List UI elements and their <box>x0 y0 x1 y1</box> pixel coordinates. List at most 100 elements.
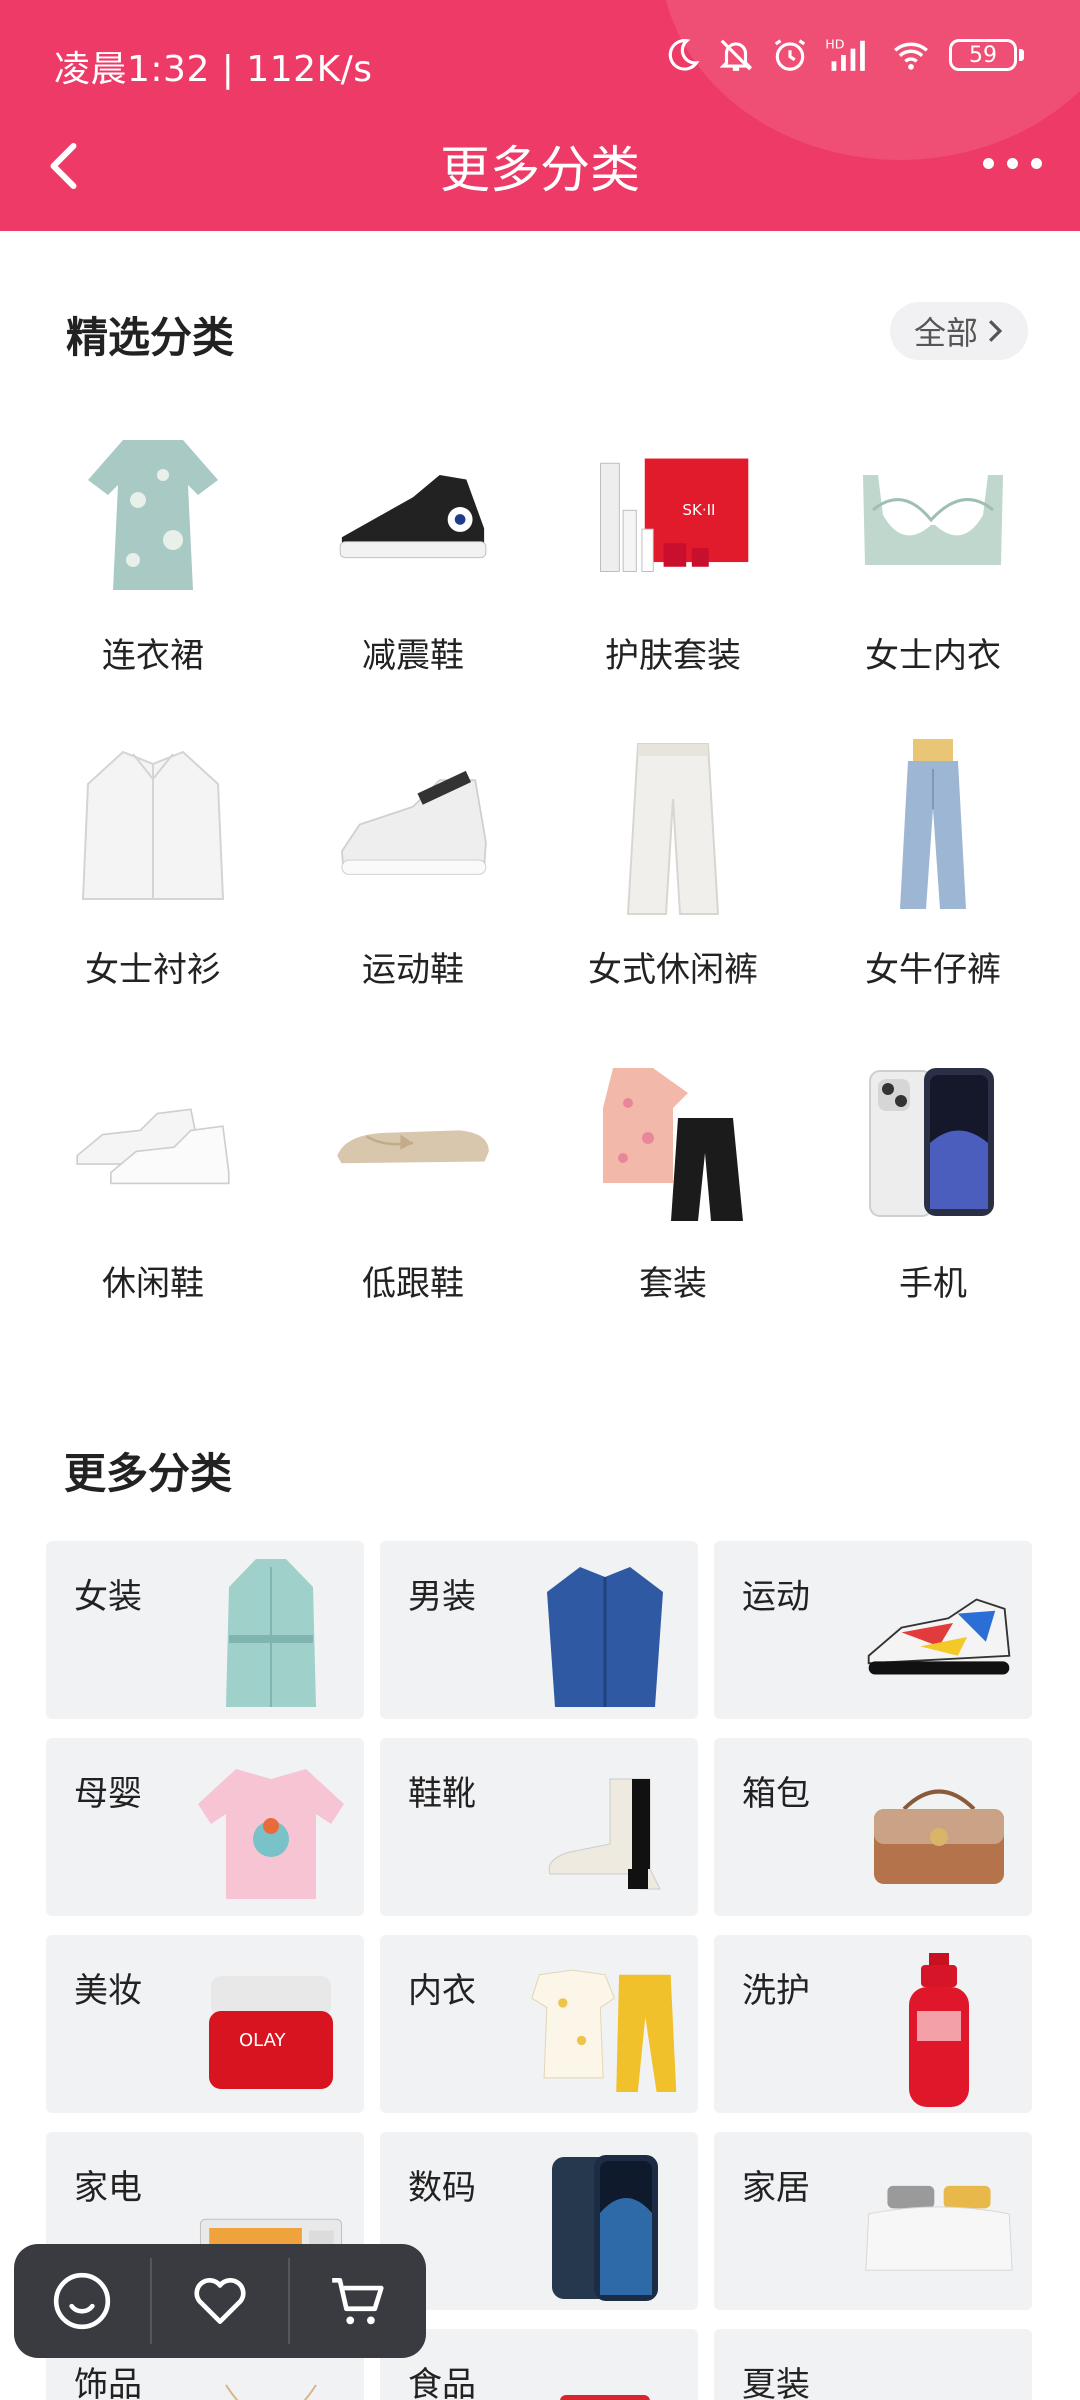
running-shoe-image <box>864 1555 1014 1719</box>
blouse-image <box>73 744 233 914</box>
moon-icon <box>668 39 700 71</box>
category-card-womens[interactable]: 女装 <box>46 1541 364 1719</box>
category-card-personal-care[interactable]: 洗护 <box>714 1935 1032 2113</box>
ankle-boot-image <box>530 1752 680 1916</box>
category-label: 食品 <box>408 2365 476 2400</box>
category-label: 美妆 <box>74 1971 142 2011</box>
category-card-mens[interactable]: 男装 <box>380 1541 698 1719</box>
featured-item-label: 护肤套装 <box>605 636 741 676</box>
kids-sweater-image <box>196 1752 346 1916</box>
featured-item-label: 女士内衣 <box>865 636 1001 676</box>
status-time: 凌晨1:32 | 112K/s <box>54 49 373 90</box>
battery-level: 59 <box>949 39 1017 71</box>
view-all-button[interactable]: 全部 <box>890 302 1028 360</box>
pajamas-image <box>530 1949 680 2113</box>
outfit-set-image <box>593 1058 753 1228</box>
dress-image <box>73 430 233 600</box>
flat-shoe-image <box>333 1058 493 1228</box>
featured-item-phone[interactable]: 手机 <box>803 1058 1063 1358</box>
category-card-sports[interactable]: 运动 <box>714 1541 1032 1719</box>
casual-shoe-image <box>73 1058 233 1228</box>
featured-item-bra[interactable]: 女士内衣 <box>803 430 1063 730</box>
svg-text:OLAY: OLAY <box>239 2030 287 2051</box>
view-all-label: 全部 <box>913 314 978 352</box>
category-label: 母婴 <box>74 1774 142 1814</box>
category-card-bags[interactable]: 箱包 <box>714 1738 1032 1916</box>
page-title: 更多分类 <box>440 141 640 199</box>
featured-item-label: 运动鞋 <box>362 950 464 990</box>
featured-item-sneaker[interactable]: 减震鞋 <box>283 430 543 730</box>
sport-shoe-image <box>333 744 493 914</box>
featured-item-dress[interactable]: 连衣裙 <box>23 430 283 730</box>
featured-item-label: 套装 <box>639 1264 707 1304</box>
floating-action-bar <box>14 2244 426 2358</box>
featured-item-label: 女牛仔裤 <box>865 950 1001 990</box>
featured-item-label: 休闲鞋 <box>102 1264 204 1304</box>
cart-icon <box>332 2278 384 2325</box>
category-card-summer[interactable]: 夏装 <box>714 2329 1032 2400</box>
featured-item-label: 女士衬衫 <box>85 950 221 990</box>
bedding-image <box>864 2146 1014 2310</box>
category-card-home[interactable]: 家居 <box>714 2132 1032 2310</box>
cream-jar-image: OLAY <box>196 1949 346 2113</box>
trench-coat-image <box>196 1555 346 1719</box>
category-label: 家电 <box>74 2168 142 2208</box>
snack-box-image <box>530 2343 680 2400</box>
cart-button[interactable] <box>290 2244 426 2358</box>
category-label: 家居 <box>742 2168 810 2208</box>
featured-item-sport-shoe[interactable]: 运动鞋 <box>283 744 543 1044</box>
featured-item-label: 手机 <box>899 1264 967 1304</box>
alarm-icon <box>774 39 806 71</box>
category-label: 女装 <box>74 1577 142 1617</box>
svg-text:HD: HD <box>825 37 844 52</box>
svg-text:SK·II: SK·II <box>682 501 715 519</box>
phone-image <box>853 1058 1013 1228</box>
category-card-digital[interactable]: 数码 <box>380 2132 698 2310</box>
category-label: 运动 <box>742 1577 810 1617</box>
featured-item-label: 连衣裙 <box>102 636 204 676</box>
skirt-image <box>864 2343 1014 2400</box>
denim-shirt-image <box>530 1555 680 1719</box>
chevron-right-icon <box>988 320 1003 342</box>
more-section-title: 更多分类 <box>64 1449 233 1498</box>
sneaker-image <box>333 430 493 600</box>
category-label: 箱包 <box>742 1774 810 1814</box>
featured-item-casual-pants[interactable]: 女式休闲裤 <box>543 743 803 1044</box>
featured-item-casual-shoe[interactable]: 休闲鞋 <box>23 1058 283 1358</box>
featured-section-title: 精选分类 <box>66 313 235 362</box>
featured-item-skincare[interactable]: SK·II 护肤套装 <box>543 430 803 730</box>
signal-icon: HD <box>825 37 865 71</box>
featured-item-label: 低跟鞋 <box>362 1264 464 1304</box>
category-card-baby[interactable]: 母婴 <box>46 1738 364 1916</box>
battery-indicator: 59 <box>949 39 1024 71</box>
featured-item-jeans[interactable]: 女牛仔裤 <box>803 739 1063 1044</box>
category-label: 鞋靴 <box>408 1774 476 1814</box>
featured-item-outfit[interactable]: 套装 <box>543 1058 803 1358</box>
category-card-beauty[interactable]: 美妆 OLAY <box>46 1935 364 2113</box>
category-label: 内衣 <box>408 1971 476 2011</box>
more-icon[interactable] <box>983 158 1042 169</box>
wifi-icon <box>894 42 928 70</box>
category-label: 夏装 <box>742 2365 810 2400</box>
shampoo-bottle-image <box>864 1949 1014 2113</box>
category-label: 男装 <box>408 1577 476 1617</box>
smartphone-image <box>530 2146 680 2310</box>
category-card-food[interactable]: 食品 <box>380 2329 698 2400</box>
category-label: 数码 <box>408 2168 476 2208</box>
jeans-image <box>853 739 1013 914</box>
service-button[interactable] <box>14 2244 150 2358</box>
bra-image <box>853 430 1013 600</box>
bell-off-icon <box>719 39 753 71</box>
featured-item-shirt[interactable]: 女士衬衫 <box>23 744 283 1044</box>
heart-icon <box>194 2278 246 2324</box>
favorites-button[interactable] <box>152 2244 288 2358</box>
linen-pants-image <box>593 743 753 915</box>
featured-item-flat[interactable]: 低跟鞋 <box>283 1058 543 1358</box>
app-header: 凌晨1:32 | 112K/s HD 59 更多分类 <box>0 0 1080 231</box>
skincare-set-image: SK·II <box>593 430 753 600</box>
category-card-shoes[interactable]: 鞋靴 <box>380 1738 698 1916</box>
status-icons: HD 59 <box>663 36 1024 74</box>
smile-icon <box>53 2272 111 2330</box>
featured-item-label: 减震鞋 <box>362 636 464 676</box>
category-card-underwear[interactable]: 内衣 <box>380 1935 698 2113</box>
